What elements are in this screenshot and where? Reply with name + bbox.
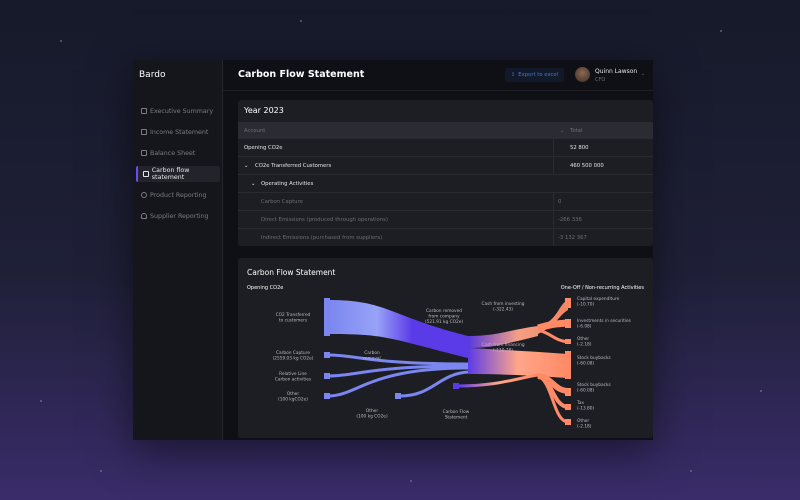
label-relative-line: Relative Line Carbon activities — [275, 371, 312, 383]
label-investments: Investments in securities (-6.08) — [577, 318, 632, 330]
node-carbon-capture[interactable] — [324, 352, 330, 358]
nav-label: Supplier Reporting — [150, 212, 209, 220]
nav-label: Product Reporting — [150, 191, 207, 199]
node-carbon-flow[interactable] — [453, 383, 459, 389]
sidebar-item-executive-summary[interactable]: Executive Summary — [136, 103, 220, 119]
column-total[interactable]: Total — [570, 128, 582, 134]
user-role: CFO — [595, 77, 606, 83]
sankey-diagram: Carbon Flow Statement Opening CO2e One-O… — [247, 268, 645, 430]
node-relative-line[interactable] — [324, 373, 330, 379]
node-buybacks2[interactable] — [565, 388, 571, 396]
flow-carbon-capture — [327, 353, 469, 366]
node-other-r1[interactable] — [565, 339, 571, 344]
user-name: Quinn Lawson — [595, 68, 638, 75]
account-cell: Direct Emissions (produced through opera… — [261, 216, 388, 223]
label-tax: Tax (-13.80) — [576, 400, 595, 412]
sidebar: Bardo Executive Summary Income Statement… — [133, 60, 223, 440]
node-capex[interactable] — [565, 298, 571, 308]
header: Carbon Flow Statement ⇪ Export to excel Q… — [223, 60, 653, 91]
total-cell: 460 500 000 — [570, 162, 604, 169]
table-row[interactable]: ⌄ Operating Activities — [238, 174, 653, 192]
table-row[interactable]: ⌄ CO2e Transferred Customers 460 500 000 — [238, 156, 653, 174]
label-other-mid: Other (100 kg CO2e) — [356, 408, 388, 420]
sidebar-item-balance-sheet[interactable]: Balance Sheet — [136, 145, 220, 161]
avatar[interactable] — [575, 67, 590, 82]
upload-icon: ⇪ — [510, 72, 516, 78]
label-carbon-flow: Carbon Flow Statement — [443, 409, 470, 421]
node-other-mid[interactable] — [395, 393, 401, 399]
flow-cash-financing — [468, 348, 568, 378]
label-other-r1: Other (-2.18) — [577, 336, 592, 348]
nav-label: Carbon flow statement — [151, 167, 190, 181]
database-icon — [141, 129, 147, 135]
pie-chart-icon — [141, 192, 147, 198]
label-other-r2: Other (-2.18) — [577, 418, 592, 430]
account-cell: Opening CO2e — [244, 144, 283, 151]
left-heading: Opening CO2e — [247, 285, 283, 291]
nav-label: Income Statement — [150, 128, 209, 136]
total-cell: 52 800 — [570, 144, 589, 151]
users-icon — [141, 213, 147, 219]
account-cell: CO2e Transferred Customers — [255, 162, 332, 169]
table-title: Year 2023 — [244, 106, 284, 115]
node-other-left[interactable] — [324, 393, 330, 399]
right-heading: One-Off / Non-recurring Activities — [561, 285, 645, 291]
label-co2-transferred: CO2 Transferred to customers — [276, 312, 311, 324]
node-co2-transferred[interactable] — [324, 298, 330, 336]
node-other-r2[interactable] — [565, 419, 571, 425]
column-account[interactable]: Account — [244, 128, 265, 134]
sidebar-item-income-statement[interactable]: Income Statement — [136, 124, 220, 140]
label-buybacks1: Stock buybacks (-60.08) — [577, 355, 611, 367]
label-carbon-removed: Carbon removed from company (521.91 kg CO2… — [425, 308, 463, 325]
sidebar-item-carbon-flow-statement[interactable]: Carbon flow statement — [136, 166, 220, 182]
chevron-down-icon[interactable]: ⌄ — [244, 163, 248, 169]
total-cell: 0 — [558, 198, 562, 205]
nav-label: Executive Summary — [150, 107, 214, 115]
account-cell: Indirect Emissions (purchased from suppl… — [261, 234, 383, 241]
chevron-down-icon[interactable]: ⌄ — [251, 181, 255, 187]
year-table-card: Year 2023 Account ⌄ Total Opening CO2e 52 8… — [238, 100, 653, 246]
bar-chart-icon — [143, 171, 149, 177]
documents-icon — [141, 150, 147, 156]
flow-investments — [537, 319, 569, 332]
table-row: Indirect Emissions (purchased from suppl… — [238, 228, 653, 246]
account-cell: Carbon Capture — [261, 198, 303, 205]
label-carbon-capture: Carbon Capture (2559.03 kg CO2e) — [273, 350, 314, 362]
total-cell: -266 336 — [558, 216, 582, 223]
chevron-down-icon[interactable]: ⌄ — [560, 128, 564, 134]
label-cash-investing: Cash from investing (-322.43) — [482, 301, 525, 313]
table-header: Account ⌄ Total — [238, 122, 653, 138]
sankey-title: Carbon Flow Statement — [247, 268, 335, 277]
total-cell: -3 132 367 — [558, 234, 587, 241]
node-investments[interactable] — [565, 319, 571, 328]
export-label: Export to excel — [518, 72, 559, 78]
export-button[interactable]: ⇪ Export to excel — [505, 68, 564, 82]
node-buybacks1[interactable] — [565, 351, 571, 379]
app-window: Bardo Executive Summary Income Statement… — [133, 60, 653, 440]
sidebar-item-product-reporting[interactable]: Product Reporting — [136, 187, 220, 203]
flow-other-r1 — [537, 328, 569, 344]
flow-other-left — [327, 366, 469, 398]
label-other-left: Other (100 kgCO2e) — [278, 391, 308, 403]
table-row: Opening CO2e 52 800 — [238, 138, 653, 156]
page-title: Carbon Flow Statement — [238, 69, 365, 80]
table-row: Direct Emissions (produced through opera… — [238, 210, 653, 228]
table-row: Carbon Capture 0 — [238, 192, 653, 210]
label-buybacks2: Stock buybacks (-60.08) — [577, 382, 611, 394]
account-cell: Operating Activities — [261, 180, 314, 187]
nav-label: Balance Sheet — [150, 149, 196, 157]
chart-icon — [141, 108, 147, 114]
sidebar-item-supplier-reporting[interactable]: Supplier Reporting — [136, 208, 220, 224]
sankey-card: Carbon Flow Statement Opening CO2e One-O… — [238, 258, 653, 438]
flow-carbon-flow — [457, 373, 539, 388]
node-tax[interactable] — [565, 404, 571, 410]
chevron-down-icon[interactable]: ⌄ — [641, 71, 645, 77]
label-carbon-removal: Carbon removal — [363, 350, 381, 362]
app-logo: Bardo — [139, 70, 166, 80]
label-capex: Capital expenditure (-10.70) — [577, 296, 620, 308]
